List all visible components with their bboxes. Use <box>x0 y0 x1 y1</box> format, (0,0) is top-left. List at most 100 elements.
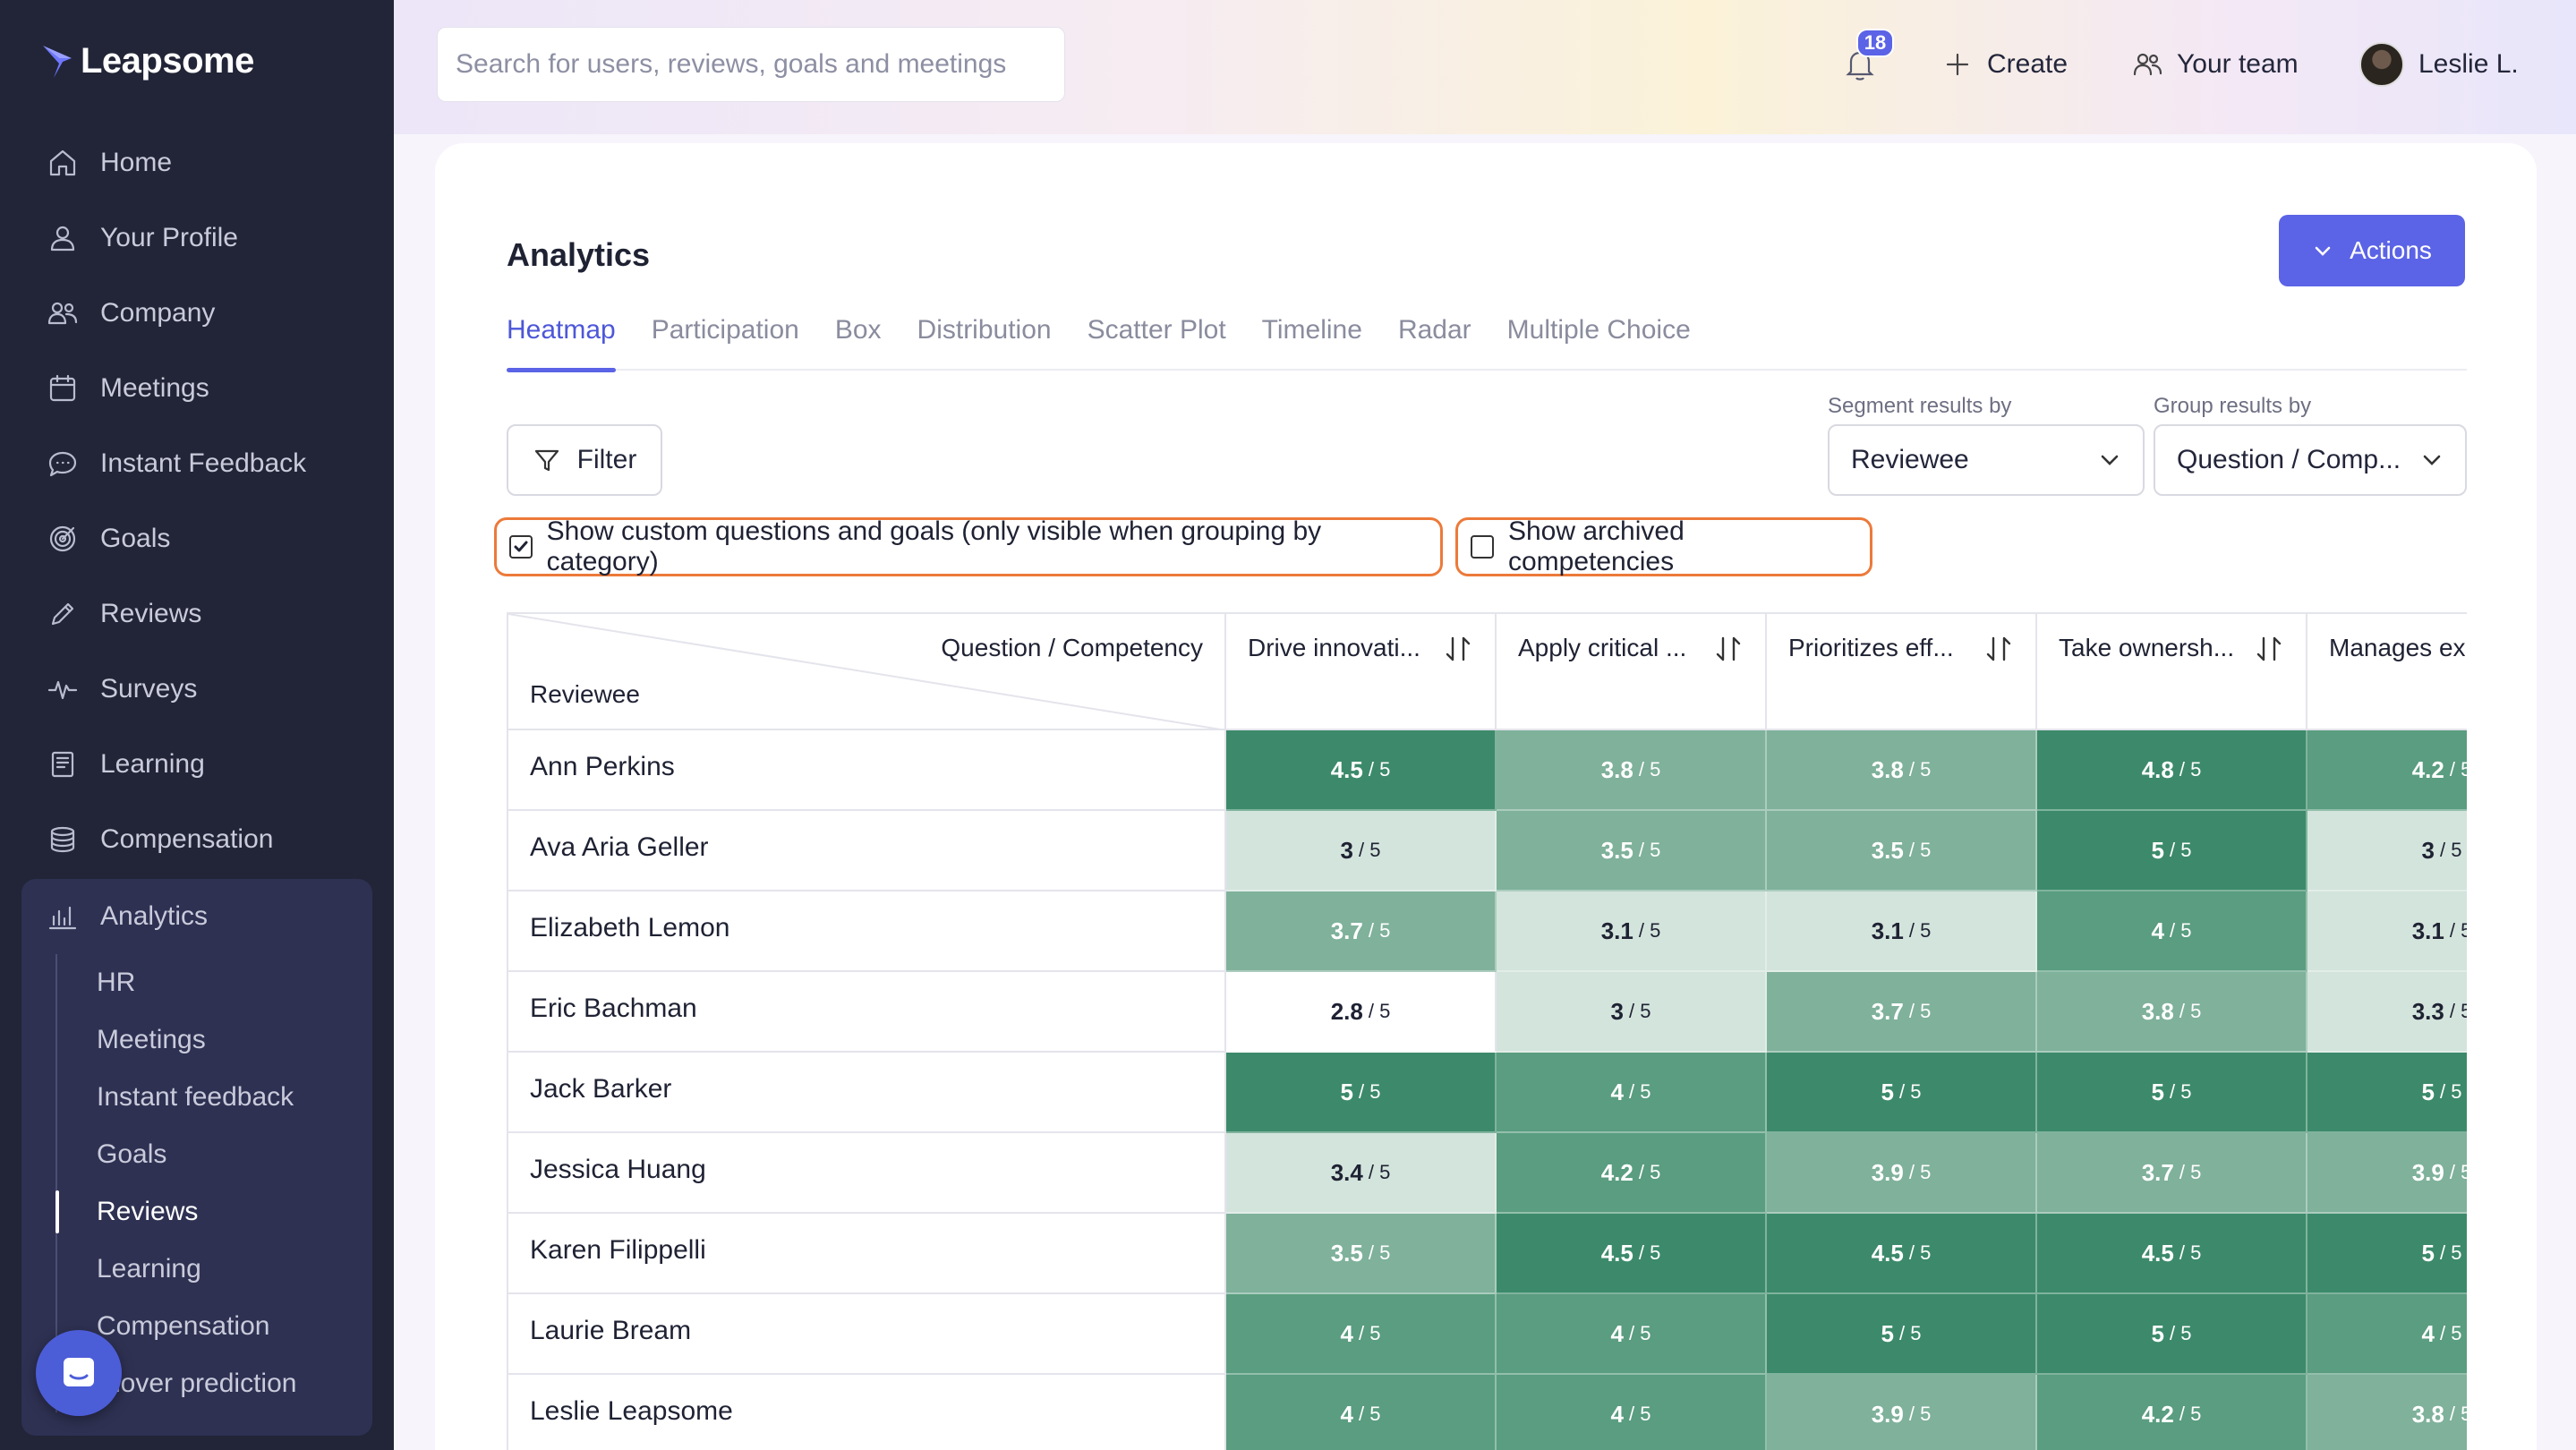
heatmap-cell[interactable]: 4/ 5 <box>2307 1294 2467 1375</box>
actions-button[interactable]: Actions <box>2279 215 2465 286</box>
reviewee-name[interactable]: Karen Filippelli <box>508 1214 1226 1294</box>
heatmap-cell[interactable]: 2.8/ 5 <box>1226 972 1497 1053</box>
heatmap-cell[interactable]: 4/ 5 <box>2037 891 2307 972</box>
column-header[interactable]: Apply critical ... <box>1497 614 1767 730</box>
sort-icon[interactable] <box>1713 634 1744 664</box>
heatmap-cell[interactable]: 3.5/ 5 <box>1497 811 1767 891</box>
sub-nav-item-goals[interactable]: Goals <box>57 1126 360 1183</box>
column-header[interactable]: Prioritizes eff... <box>1767 614 2037 730</box>
heatmap-cell[interactable]: 3.1/ 5 <box>1767 891 2037 972</box>
tab-scatter-plot[interactable]: Scatter Plot <box>1088 310 1226 371</box>
sub-nav-item-reviews[interactable]: Reviews <box>55 1183 360 1241</box>
heatmap-cell[interactable]: 4.5/ 5 <box>1226 730 1497 811</box>
column-header[interactable]: Take ownersh... <box>2037 614 2307 730</box>
nav-item-meetings[interactable]: Meetings <box>21 351 372 426</box>
heatmap-cell[interactable]: 3.3 / 5 <box>2307 972 2467 1053</box>
heatmap-cell[interactable]: 4.2/ 5 <box>2037 1375 2307 1450</box>
heatmap-cell[interactable]: 5/ 5 <box>2037 811 2307 891</box>
tab-radar[interactable]: Radar <box>1398 310 1471 371</box>
heatmap-cell[interactable]: 3.9/ 5 <box>1767 1133 2037 1214</box>
your-team-button[interactable]: Your team <box>2132 45 2299 84</box>
heatmap-cell[interactable]: 3.5/ 5 <box>1767 811 2037 891</box>
checkbox-checked[interactable] <box>509 535 533 559</box>
heatmap-cell[interactable]: 4.5/ 5 <box>1767 1214 2037 1294</box>
nav-item-company[interactable]: Company <box>21 276 372 351</box>
heatmap-cell[interactable]: 3/ 5 <box>1497 972 1767 1053</box>
heatmap-cell[interactable]: 3.8/ 5 <box>1497 730 1767 811</box>
show-archived-competencies-checkbox[interactable]: Show archived competencies <box>1455 516 1872 576</box>
tab-distribution[interactable]: Distribution <box>917 310 1052 371</box>
nav-item-instant-feedback[interactable]: Instant Feedback <box>21 426 372 501</box>
heatmap-cell[interactable]: 3.8/ 5 <box>1767 730 2037 811</box>
tab-heatmap[interactable]: Heatmap <box>507 310 616 372</box>
sort-icon[interactable] <box>2254 634 2284 664</box>
nav-item-compensation[interactable]: Compensation <box>21 802 372 877</box>
filter-button[interactable]: Filter <box>507 424 662 496</box>
heatmap-cell[interactable]: 3/ 5 <box>2307 811 2467 891</box>
heatmap-cell[interactable]: 3.7/ 5 <box>2037 1133 2307 1214</box>
reviewee-name[interactable]: Laurie Bream <box>508 1294 1226 1375</box>
nav-item-learning[interactable]: Learning <box>21 727 372 802</box>
heatmap-cell[interactable]: 4.5/ 5 <box>2037 1214 2307 1294</box>
sort-icon[interactable] <box>1983 634 2014 664</box>
reviewee-name[interactable]: Leslie Leapsome <box>508 1375 1226 1450</box>
heatmap-cell[interactable]: 3.8/ 5 <box>2037 972 2307 1053</box>
sort-icon[interactable] <box>1443 634 1473 664</box>
heatmap-cell[interactable]: 3.7/ 5 <box>1226 891 1497 972</box>
heatmap-cell[interactable]: 4.2/ 5 <box>2307 730 2467 811</box>
nav-item-reviews[interactable]: Reviews <box>21 576 372 652</box>
search-input[interactable] <box>437 27 1065 102</box>
heatmap-cell[interactable]: 4.8/ 5 <box>2037 730 2307 811</box>
heatmap-cell[interactable]: 4/ 5 <box>1226 1375 1497 1450</box>
heatmap-cell[interactable]: 5/ 5 <box>2037 1053 2307 1133</box>
reviewee-name[interactable]: Ava Aria Geller <box>508 811 1226 891</box>
heatmap-cell[interactable]: 4/ 5 <box>1497 1053 1767 1133</box>
nav-item-home[interactable]: Home <box>21 125 372 200</box>
sub-nav-item-hr[interactable]: HR <box>57 954 360 1011</box>
heatmap-cell[interactable]: 5/ 5 <box>2307 1053 2467 1133</box>
nav-item-your-profile[interactable]: Your Profile <box>21 200 372 276</box>
heatmap-cell[interactable]: 4/ 5 <box>1226 1294 1497 1375</box>
nav-item-analytics[interactable]: Analytics <box>21 879 372 954</box>
reviewee-name[interactable]: Eric Bachman <box>508 972 1226 1053</box>
heatmap-cell[interactable]: 3.9/ 5 <box>2307 1133 2467 1214</box>
sub-nav-item-instant-feedback[interactable]: Instant feedback <box>57 1069 360 1126</box>
heatmap-cell[interactable]: 5/ 5 <box>1767 1294 2037 1375</box>
heatmap-cell[interactable]: 3.1/ 5 <box>2307 891 2467 972</box>
heatmap-cell[interactable]: 5/ 5 <box>2037 1294 2307 1375</box>
nav-item-goals[interactable]: Goals <box>21 501 372 576</box>
heatmap-cell[interactable]: 5/ 5 <box>1767 1053 2037 1133</box>
reviewee-name[interactable]: Jessica Huang <box>508 1133 1226 1214</box>
reviewee-name[interactable]: Jack Barker <box>508 1053 1226 1133</box>
tab-participation[interactable]: Participation <box>652 310 799 371</box>
heatmap-cell[interactable]: 3.1/ 5 <box>1497 891 1767 972</box>
heatmap-cell[interactable]: 4.2/ 5 <box>1497 1133 1767 1214</box>
user-menu-button[interactable]: Leslie L. <box>2359 39 2519 90</box>
group-results-select[interactable]: Question / Comp... <box>2154 424 2467 496</box>
show-custom-questions-checkbox[interactable]: Show custom questions and goals (only vi… <box>494 516 1443 576</box>
create-button[interactable]: Create <box>1942 45 2068 84</box>
heatmap-cell[interactable]: 4.5/ 5 <box>1497 1214 1767 1294</box>
column-header[interactable]: Drive innovati... <box>1226 614 1497 730</box>
checkbox-unchecked[interactable] <box>1471 535 1494 559</box>
heatmap-cell[interactable]: 4/ 5 <box>1497 1375 1767 1450</box>
tab-timeline[interactable]: Timeline <box>1262 310 1362 371</box>
reviewee-name[interactable]: Ann Perkins <box>508 730 1226 811</box>
nav-item-surveys[interactable]: Surveys <box>21 652 372 727</box>
heatmap-cell[interactable]: 3/ 5 <box>1226 811 1497 891</box>
sub-nav-item-meetings[interactable]: Meetings <box>57 1011 360 1069</box>
heatmap-cell[interactable]: 3.4/ 5 <box>1226 1133 1497 1214</box>
reviewee-name[interactable]: Elizabeth Lemon <box>508 891 1226 972</box>
segment-results-select[interactable]: Reviewee <box>1828 424 2145 496</box>
heatmap-cell[interactable]: 3.5/ 5 <box>1226 1214 1497 1294</box>
brand-logo[interactable]: Leapsome <box>39 41 254 81</box>
heatmap-cell[interactable]: 5/ 5 <box>1226 1053 1497 1133</box>
heatmap-cell[interactable]: 3.8/ 5 <box>2307 1375 2467 1450</box>
heatmap-cell[interactable]: 5/ 5 <box>2307 1214 2467 1294</box>
heatmap-cell[interactable]: 3.9/ 5 <box>1767 1375 2037 1450</box>
tab-multiple-choice[interactable]: Multiple Choice <box>1507 310 1691 371</box>
sub-nav-item-learning[interactable]: Learning <box>57 1241 360 1298</box>
tab-box[interactable]: Box <box>835 310 882 371</box>
heatmap-cell[interactable]: 3.7/ 5 <box>1767 972 2037 1053</box>
column-header[interactable]: Manages ex <box>2307 614 2467 730</box>
